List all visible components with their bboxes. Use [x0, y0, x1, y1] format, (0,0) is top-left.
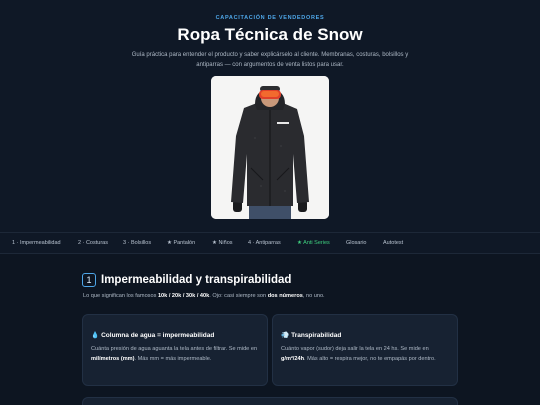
water-drop-icon: 💧 [91, 332, 100, 339]
info-card-breathability: 💨 Transpirabilidad Cuánto vapor (sudor) d… [272, 314, 458, 386]
snow-jacket-model-image [211, 76, 329, 219]
card-title: 💨 Transpirabilidad [281, 332, 342, 339]
section-description: Lo que significan los famosos 10k / 20k … [83, 293, 325, 299]
nav-item-impermeabilidad[interactable]: 1 · Impermeabilidad [12, 240, 61, 246]
card-body: Cuánto vapor (sudor) deja salir la tela … [281, 346, 436, 362]
nav-item-autotest[interactable]: Autotest [383, 240, 403, 246]
hero-subtitle: Guía práctica para entender el producto … [131, 52, 409, 68]
card-body: Cuánta presión de agua aguanta la tela a… [91, 346, 258, 362]
info-card-water-column: 💧 Columna de agua = impermeabilidad Cuánt… [82, 314, 268, 386]
card-title: 💧 Columna de agua = impermeabilidad [91, 332, 215, 339]
hero-eyebrow: CAPACITACIÓN DE VENDEDORES [215, 15, 325, 21]
wind-icon: 💨 [281, 332, 290, 339]
next-card [82, 397, 458, 405]
nav-item-bolsillos[interactable]: 3 · Bolsillos [123, 240, 151, 246]
nav-item-antiparras[interactable]: 4 · Antiparras [248, 240, 281, 246]
section-title: Impermeabilidad y transpirabilidad [101, 274, 292, 286]
nav-item-ninos[interactable]: ★ Niños [212, 240, 233, 246]
hero-section: CAPACITACIÓN DE VENDEDORES Ropa Técnica … [0, 0, 540, 232]
nav-item-glosario[interactable]: Glosario [346, 240, 366, 246]
nav-item-costuras[interactable]: 2 · Costuras [78, 240, 108, 246]
nav-item-pantalon[interactable]: ★ Pantalón [167, 240, 195, 246]
section-number-badge: 1 [82, 273, 96, 287]
section-nav: 1 · Impermeabilidad 2 · Costuras 3 · Bol… [0, 232, 540, 254]
product-photo [211, 76, 329, 219]
nav-item-anti-series[interactable]: ★ Anti Series [297, 240, 330, 246]
page-title: Ropa Técnica de Snow [177, 25, 363, 44]
